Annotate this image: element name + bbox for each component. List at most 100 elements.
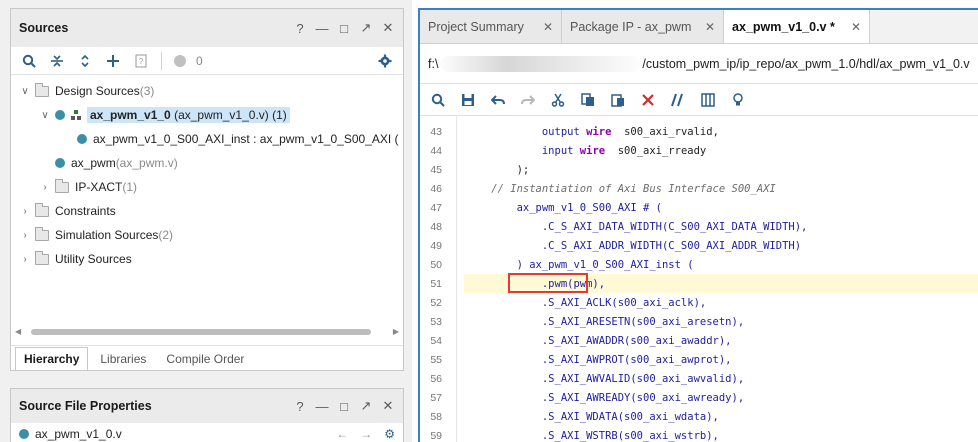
redo-icon[interactable] (516, 89, 540, 111)
back-arrow-icon[interactable]: ← (336, 427, 348, 441)
minimize-icon[interactable]: — (315, 399, 329, 414)
float-icon[interactable]: ↗ (359, 20, 373, 35)
close-icon[interactable]: ✕ (543, 20, 553, 34)
sources-header: Sources ? — □ ↗ ✕ (11, 9, 403, 47)
undo-icon[interactable] (486, 89, 510, 111)
delete-icon[interactable] (636, 89, 660, 111)
cut-icon[interactable] (546, 89, 570, 111)
tree-item-ip-xact[interactable]: › IP-XACT (1) (11, 176, 403, 198)
gear-icon[interactable]: ⚙ (384, 427, 395, 441)
tab-hierarchy[interactable]: Hierarchy (15, 346, 89, 371)
tree-item-label: ax_pwm_v1_0_S00_AXI_inst : ax_pwm_v1_0_S… (93, 132, 399, 146)
status-dot-icon (174, 54, 186, 67)
tree-item-s00-axi-inst[interactable]: ax_pwm_v1_0_S00_AXI_inst : ax_pwm_v1_0_S… (11, 128, 403, 150)
chevron-right-icon[interactable]: › (19, 205, 31, 217)
folder-icon (55, 178, 69, 193)
expand-all-icon[interactable] (73, 50, 97, 72)
line-text: // Instantiation of Axi Bus Interface S0… (466, 182, 776, 195)
maximize-icon[interactable]: □ (337, 399, 351, 414)
folder-icon (35, 226, 49, 241)
code-line[interactable]: 50 ) ax_pwm_v1_0_S00_AXI_inst ( (420, 255, 978, 274)
close-icon[interactable]: ✕ (851, 20, 861, 34)
tab-label: Package IP - ax_pwm (570, 19, 692, 34)
code-line[interactable]: 45 ); (420, 160, 978, 179)
chevron-right-icon[interactable]: › (19, 253, 31, 265)
tab-label: ax_pwm_v1_0.v * (732, 19, 835, 34)
code-line[interactable]: 58 .S_AXI_WDATA(s00_axi_wdata), (420, 407, 978, 426)
chevron-down-icon[interactable]: ∨ (19, 85, 31, 97)
verilog-file-icon (77, 134, 87, 144)
code-line[interactable]: 54 .S_AXI_AWADDR(s00_axi_awaddr), (420, 331, 978, 350)
tree-item-utility-sources[interactable]: › Utility Sources (11, 248, 403, 270)
tab-project-summary[interactable]: Project Summary ✕ (420, 10, 562, 43)
code-line[interactable]: 52 .S_AXI_ACLK(s00_axi_aclk), (420, 293, 978, 312)
chevron-down-icon[interactable]: ∨ (39, 109, 51, 121)
tree-item-ax-pwm-v1-0[interactable]: ∨ ax_pwm_v1_0 (ax_pwm_v1_0.v) (1) (11, 104, 403, 126)
code-line[interactable]: 59 .S_AXI_WSTRB(s00_axi_wstrb), (420, 426, 978, 442)
comment-toggle-icon[interactable] (666, 89, 690, 111)
code-line[interactable]: 57 .S_AXI_AWREADY(s00_axi_awready), (420, 388, 978, 407)
collapse-all-icon[interactable] (45, 50, 69, 72)
close-icon[interactable]: ✕ (381, 20, 395, 35)
code-line[interactable]: 56 .S_AXI_AWVALID(s00_axi_awvalid), (420, 369, 978, 388)
chevron-right-icon[interactable]: › (39, 181, 51, 193)
tree-item-constraints[interactable]: › Constraints (11, 200, 403, 222)
scroll-left-icon[interactable]: ◀ (15, 327, 21, 336)
code-line[interactable]: 55 .S_AXI_AWPROT(s00_axi_awprot), (420, 350, 978, 369)
line-text: .S_AXI_AWREADY(s00_axi_awready), (466, 391, 745, 404)
search-icon[interactable] (426, 89, 450, 111)
help-icon[interactable]: ? (293, 21, 307, 36)
code-line[interactable]: 48 .C_S_AXI_DATA_WIDTH(C_S00_AXI_DATA_WI… (420, 217, 978, 236)
help-icon[interactable]: ? (293, 399, 307, 414)
horizontal-scrollbar[interactable]: ◀ ▶ (15, 327, 399, 337)
close-icon[interactable]: ✕ (705, 20, 715, 34)
code-line[interactable]: 49 .C_S_AXI_ADDR_WIDTH(C_S00_AXI_ADDR_WI… (420, 236, 978, 255)
tab-label: Project Summary (428, 19, 524, 34)
gear-icon[interactable] (373, 50, 397, 72)
tree-item-simulation-sources[interactable]: › Simulation Sources (2) (11, 224, 403, 246)
minimize-icon[interactable]: — (315, 21, 329, 36)
line-number: 59 (430, 429, 442, 442)
code-line[interactable]: 43 output wire s00_axi_rvalid, (420, 122, 978, 141)
line-text: .S_AXI_AWPROT(s00_axi_awprot), (466, 353, 732, 366)
code-line[interactable]: 44 input wire s00_axi_rready (420, 141, 978, 160)
line-number: 44 (430, 144, 442, 157)
tree-item-label: Utility Sources (55, 252, 132, 266)
tree-item-ax-pwm[interactable]: ax_pwm (ax_pwm.v) (11, 152, 403, 174)
scroll-right-icon[interactable]: ▶ (393, 327, 399, 336)
scrollbar-thumb[interactable] (31, 329, 371, 335)
properties-title: Source File Properties (19, 399, 152, 413)
tab-libraries[interactable]: Libraries (92, 348, 154, 370)
code-editor[interactable]: 43 output wire s00_axi_rvalid, 44 input … (420, 116, 978, 442)
search-icon[interactable] (17, 50, 41, 72)
line-number: 43 (430, 125, 442, 138)
tab-ax-pwm-v1-0[interactable]: ax_pwm_v1_0.v * ✕ (724, 10, 870, 43)
code-line[interactable]: 53 .S_AXI_ARESETN(s00_axi_aresetn), (420, 312, 978, 331)
add-sources-icon[interactable] (101, 50, 125, 72)
sources-panel: Sources ? — □ ↗ ✕ ? 0 ∨ Design Sources (… (10, 8, 404, 371)
document-icon[interactable]: ? (129, 50, 153, 72)
code-line-highlighted[interactable]: 51 .pwm(pwm), (420, 274, 978, 293)
forward-arrow-icon[interactable]: → (360, 427, 372, 441)
column-select-icon[interactable] (696, 89, 720, 111)
close-icon[interactable]: ✕ (381, 398, 395, 413)
properties-header: Source File Properties ? — □ ↗ ✕ (11, 389, 403, 423)
paste-icon[interactable] (606, 89, 630, 111)
code-line[interactable]: 46 // Instantiation of Axi Bus Interface… (420, 179, 978, 198)
tab-compile-order[interactable]: Compile Order (158, 348, 252, 370)
line-number: 51 (430, 277, 442, 290)
tree-item-label: IP-XACT (75, 180, 123, 194)
copy-icon[interactable] (576, 89, 600, 111)
maximize-icon[interactable]: □ (337, 21, 351, 36)
chevron-right-icon[interactable]: › (19, 229, 31, 241)
line-text: .C_S_AXI_DATA_WIDTH(C_S00_AXI_DATA_WIDTH… (466, 220, 808, 233)
float-icon[interactable]: ↗ (359, 398, 373, 413)
code-line[interactable]: 47 ax_pwm_v1_0_S00_AXI # ( (420, 198, 978, 217)
save-icon[interactable] (456, 89, 480, 111)
line-text: ) ax_pwm_v1_0_S00_AXI_inst ( (466, 258, 694, 271)
tab-package-ip[interactable]: Package IP - ax_pwm ✕ (562, 10, 724, 43)
toolbar-divider (161, 51, 162, 70)
tree-item-design-sources[interactable]: ∨ Design Sources (3) (11, 80, 403, 102)
line-text: .S_AXI_AWADDR(s00_axi_awaddr), (466, 334, 732, 347)
lightbulb-icon[interactable] (726, 89, 750, 111)
